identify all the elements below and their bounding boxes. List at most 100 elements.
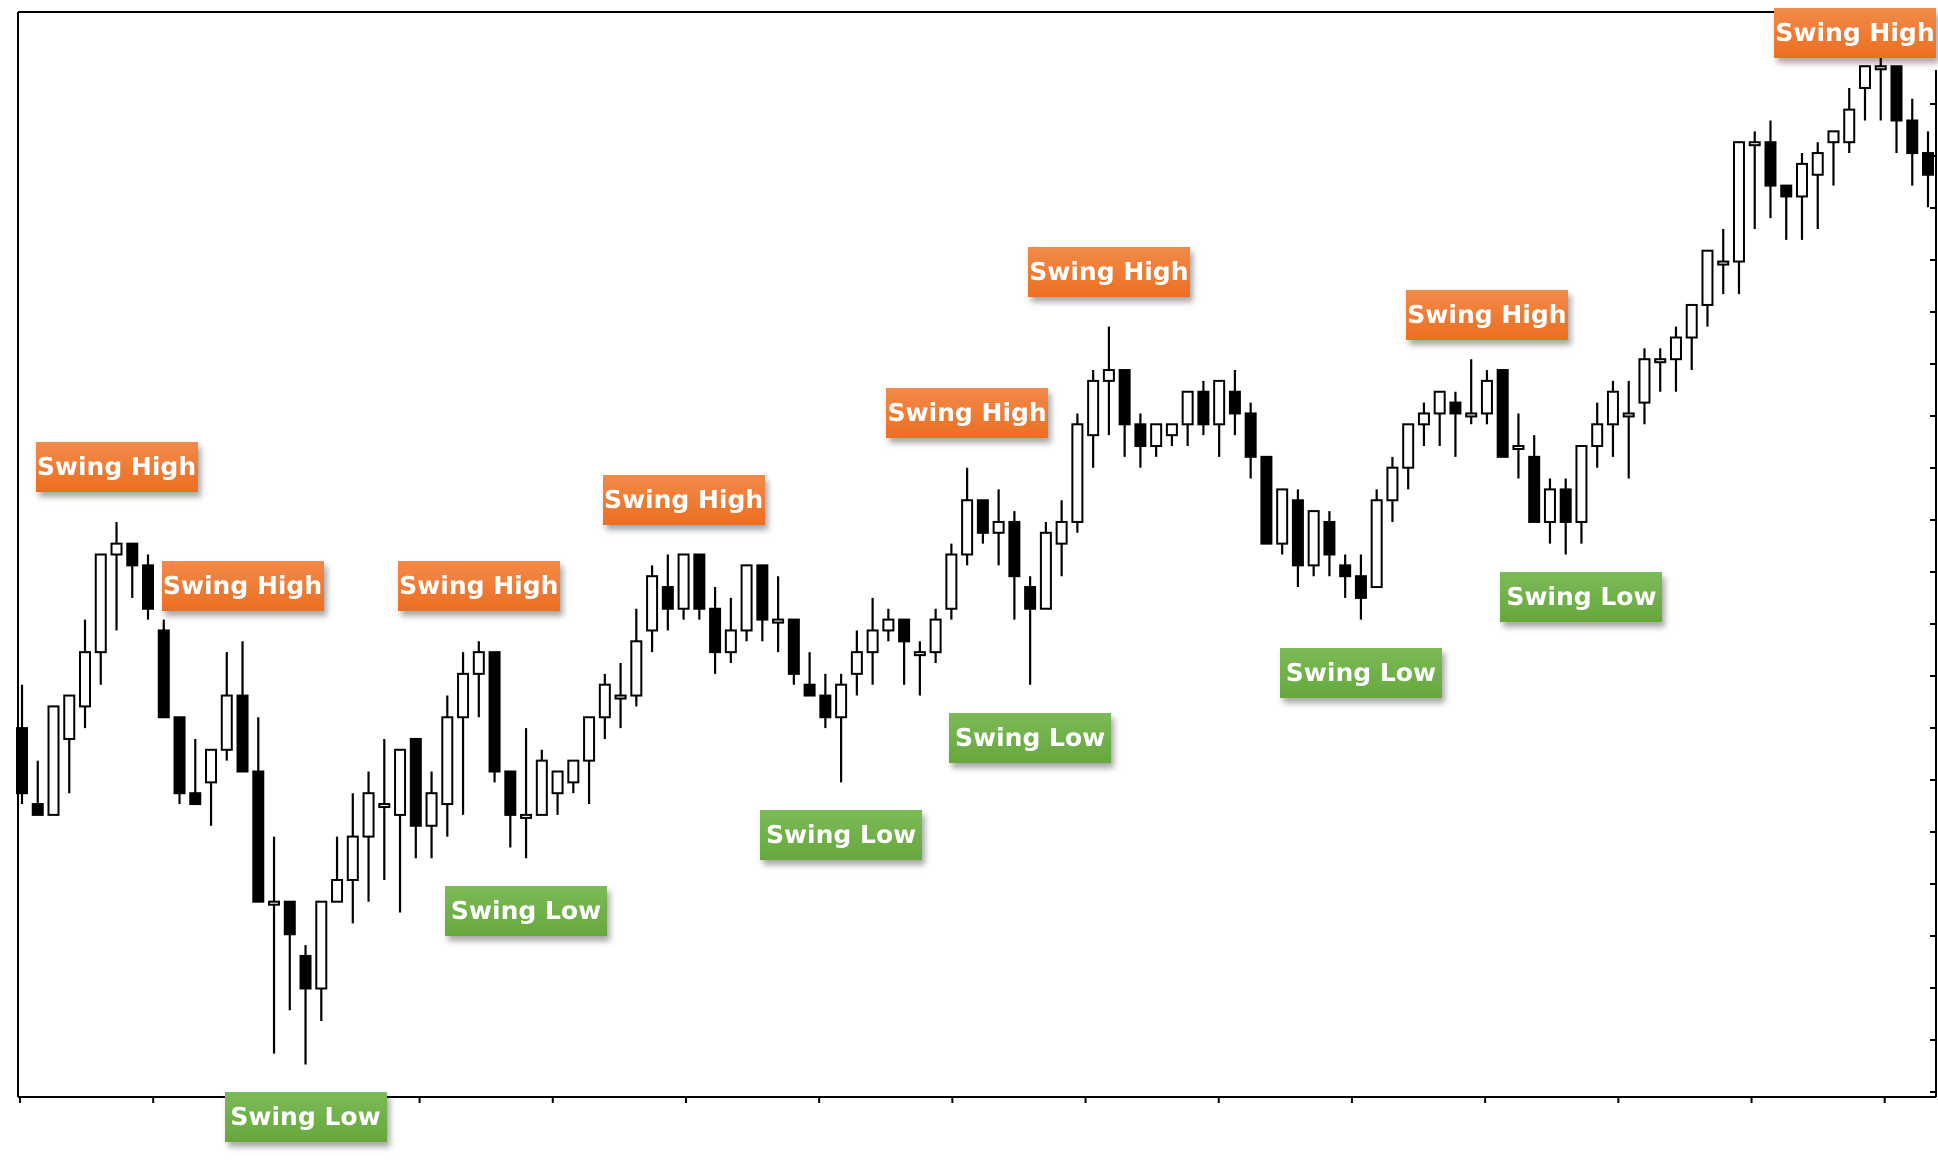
- candle: [1795, 153, 1808, 240]
- candle-body-bearish: [1323, 520, 1336, 556]
- candle: [1528, 435, 1541, 523]
- candle: [1417, 402, 1430, 446]
- candle: [1039, 521, 1052, 610]
- candle-body-bullish: [583, 716, 596, 762]
- plot-frame: [17, 11, 1937, 1103]
- candle-body-bullish: [362, 792, 375, 838]
- candle: [457, 652, 470, 815]
- candle-body-bullish: [79, 651, 92, 708]
- candle: [1370, 489, 1383, 589]
- candle-body-bearish: [1559, 488, 1572, 523]
- swing-high-label: Swing High: [1405, 290, 1568, 341]
- candle: [1748, 131, 1761, 229]
- candle: [646, 565, 659, 653]
- candle-body-bearish: [488, 651, 501, 773]
- swing-high-label: Swing High: [886, 387, 1049, 438]
- candle-body-bearish: [157, 629, 170, 719]
- candle-body-bullish: [1732, 141, 1745, 263]
- candle: [1717, 229, 1730, 295]
- candle-body-bullish: [1480, 379, 1493, 415]
- candle-body-bullish: [1748, 141, 1761, 147]
- candle-body-bearish: [693, 553, 706, 610]
- candle: [504, 770, 517, 848]
- candle-body-bullish: [1181, 390, 1194, 426]
- candle-body-bearish: [803, 683, 816, 697]
- candle-body-bullish: [457, 672, 470, 719]
- candle-body-bullish: [1102, 369, 1115, 382]
- candle-body-bullish: [882, 618, 895, 632]
- candle: [929, 608, 942, 663]
- candle: [189, 738, 202, 806]
- candle: [1922, 131, 1934, 208]
- candle: [378, 738, 391, 880]
- candle: [394, 748, 407, 913]
- candle-body-bullish: [472, 651, 485, 675]
- candle: [1480, 370, 1493, 425]
- candle: [1244, 402, 1257, 479]
- candle-body-bearish: [1890, 65, 1903, 122]
- candle-body-bearish: [756, 564, 769, 621]
- candle: [866, 597, 879, 685]
- candle: [1213, 379, 1226, 457]
- candle-body-bearish: [1228, 390, 1241, 415]
- candle-body-bearish: [173, 716, 186, 795]
- candle-body-bullish: [1087, 379, 1100, 437]
- candle-body-bullish: [1654, 358, 1667, 364]
- candle-body-bearish: [709, 607, 722, 654]
- candle: [1386, 456, 1399, 522]
- candle: [945, 543, 958, 620]
- candle-body-bullish: [929, 618, 942, 654]
- candle-body-bearish: [1008, 520, 1021, 578]
- candle: [1118, 369, 1131, 457]
- swing-low-label: Swing Low: [760, 810, 923, 861]
- candle: [614, 663, 627, 729]
- candle: [567, 759, 580, 794]
- swing-low-label: Swing Low: [1279, 647, 1442, 698]
- candle: [961, 467, 974, 566]
- candle-body-bullish: [1402, 423, 1415, 469]
- candle: [1228, 370, 1241, 436]
- swing-low-label: Swing Low: [224, 1092, 387, 1143]
- candle-body-bullish: [1370, 499, 1383, 589]
- candle-body-bullish: [394, 748, 407, 816]
- candle-body-bullish: [425, 792, 438, 827]
- candle: [1701, 249, 1714, 327]
- candle: [1291, 489, 1304, 588]
- candle-body-bearish: [252, 770, 265, 903]
- candle-body-bullish: [740, 564, 753, 632]
- candle: [1339, 554, 1352, 598]
- candle-body-bearish: [661, 586, 674, 610]
- candle-body-bullish: [315, 900, 328, 990]
- candle: [1465, 359, 1478, 425]
- candle: [1906, 98, 1919, 186]
- candle: [1150, 423, 1163, 457]
- candle-body-bullish: [1795, 162, 1808, 198]
- candle: [1780, 184, 1793, 240]
- candle: [913, 641, 926, 696]
- candle: [1181, 390, 1194, 446]
- candle: [1890, 65, 1903, 154]
- candle: [1512, 413, 1525, 479]
- candle-body-bullish: [1811, 152, 1824, 176]
- candle-body-bullish: [1843, 108, 1856, 144]
- candle: [1260, 455, 1273, 545]
- candle: [346, 793, 359, 924]
- candle: [142, 554, 155, 620]
- candle-body-bearish: [1024, 586, 1037, 610]
- candle: [252, 717, 265, 903]
- candle-body-bullish: [1071, 423, 1084, 523]
- candle-body-bullish: [850, 651, 863, 675]
- candle-body-bearish: [1449, 401, 1462, 415]
- candle: [205, 748, 218, 826]
- candle: [1843, 87, 1856, 154]
- candle-body-bullish: [47, 705, 60, 816]
- candle: [535, 749, 548, 816]
- candle-body-bullish: [1591, 423, 1604, 447]
- candle-body-bullish: [1827, 130, 1840, 144]
- candle: [1827, 130, 1840, 186]
- swing-low-label: Swing Low: [949, 712, 1112, 763]
- candle-body-bullish: [866, 629, 879, 654]
- candle: [268, 836, 281, 1054]
- candle: [1433, 390, 1446, 446]
- candle-body-bullish: [1874, 65, 1887, 71]
